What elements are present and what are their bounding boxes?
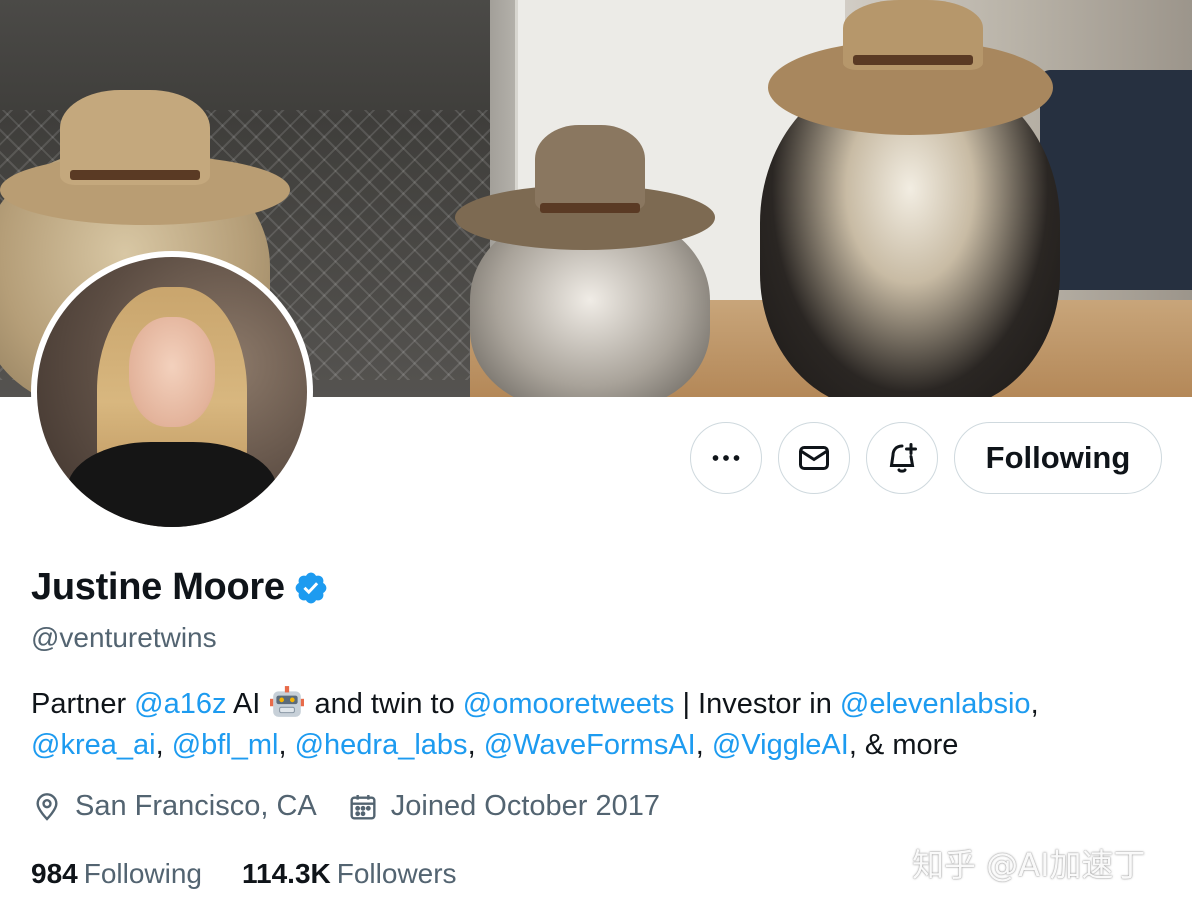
bio-text: , & more [848,729,959,761]
joined-item: Joined October 2017 [347,790,660,823]
profile-avatar[interactable] [31,251,313,533]
mention-link[interactable]: @bfl_ml [172,729,279,761]
notifications-button[interactable] [866,422,938,494]
bio-text: , [695,729,712,761]
mention-link[interactable]: @ViggleAI [712,729,849,761]
bio-text: AI [226,688,269,720]
calendar-icon [350,794,376,820]
bio-text: | Investor in [674,688,840,720]
mention-link[interactable]: @a16z [134,688,226,720]
mention-link[interactable]: @omooretweets [463,688,675,720]
bell-plus-icon [889,443,917,473]
following-label: Following [83,858,202,889]
mention-link[interactable]: @krea_ai [31,729,156,761]
watermark: 知乎 @AI加速丁 [912,846,1146,884]
profile-stats: 984 Following 114.3K Followers [31,858,497,890]
location-text: San Francisco, CA [75,790,317,822]
banner-chair [1040,70,1192,290]
profile-name: Justine Moore [31,566,285,608]
profile-handle: @venturetwins [31,622,217,653]
more-options-button[interactable] [690,422,762,494]
joined-text: Joined October 2017 [390,790,661,822]
profile-bio: Partner @a16z AI and twin to @omooretwee… [31,684,1161,766]
bio-text: , [278,729,295,761]
followers-label: Followers [336,858,457,889]
mail-icon [799,446,829,470]
message-button[interactable] [778,422,850,494]
verified-badge-icon[interactable] [293,570,329,606]
mention-link[interactable]: @WaveFormsAI [484,729,696,761]
profile-name-row: Justine Moore [31,566,329,609]
location-item: San Francisco, CA [31,790,317,823]
bio-text: , [155,729,172,761]
following-button[interactable]: Following [954,422,1162,494]
mention-link[interactable]: @elevenlabsio [840,688,1031,720]
followers-count: 114.3K [242,858,331,889]
more-icon [712,455,740,461]
following-stat[interactable]: 984 Following [31,858,202,890]
followers-stat[interactable]: 114.3K Followers [242,858,457,890]
avatar-photo [37,257,307,527]
mention-link[interactable]: @hedra_labs [295,729,468,761]
profile-meta: San Francisco, CA Joined October 2017 [31,790,690,823]
bio-text: , [467,729,484,761]
bio-text: , [1030,688,1039,720]
robot-emoji [270,686,305,717]
following-count: 984 [31,858,78,889]
location-pin-icon [36,792,58,821]
bio-text: Partner [31,688,135,720]
bio-text: and twin to [306,688,463,720]
